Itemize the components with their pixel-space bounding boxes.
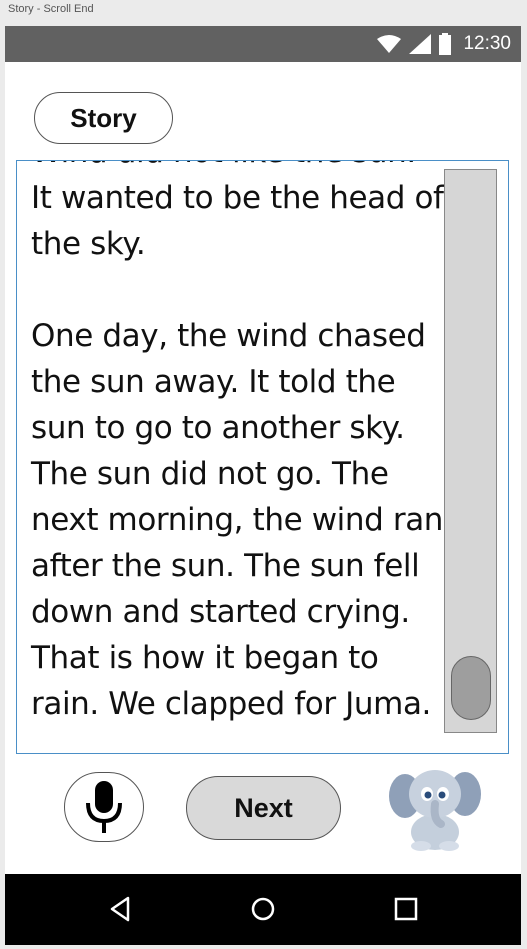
scrollbar-track[interactable] bbox=[444, 169, 497, 733]
next-button[interactable]: Next bbox=[186, 776, 341, 840]
microphone-icon bbox=[86, 781, 122, 833]
story-button[interactable]: Story bbox=[34, 92, 173, 144]
status-icons: 12:30 bbox=[377, 26, 511, 62]
window-title: Story - Scroll End bbox=[8, 3, 94, 15]
back-icon[interactable] bbox=[105, 894, 135, 924]
story-text-panel[interactable]: Wind did not like the sun. It wanted to … bbox=[16, 160, 509, 754]
battery-icon bbox=[439, 33, 452, 55]
story-paragraph-1: Wind did not like the sun. It wanted to … bbox=[31, 161, 444, 262]
cell-signal-icon bbox=[409, 34, 432, 54]
recents-icon[interactable] bbox=[391, 894, 421, 924]
microphone-button[interactable] bbox=[64, 772, 144, 842]
status-bar: 12:30 bbox=[5, 26, 521, 62]
status-time: 12:30 bbox=[463, 33, 511, 54]
story-text: Wind did not like the sun. It wanted to … bbox=[31, 161, 445, 753]
home-icon[interactable] bbox=[248, 894, 278, 924]
navigation-bar bbox=[5, 874, 521, 945]
scrollbar-thumb[interactable] bbox=[451, 656, 491, 720]
phone-screen: 12:30 Story Wind did not like the sun. I… bbox=[5, 26, 521, 945]
wifi-icon bbox=[377, 35, 402, 53]
story-paragraph-2: One day, the wind chased the sun away. I… bbox=[31, 318, 444, 722]
elephant-mascot[interactable] bbox=[387, 762, 483, 852]
